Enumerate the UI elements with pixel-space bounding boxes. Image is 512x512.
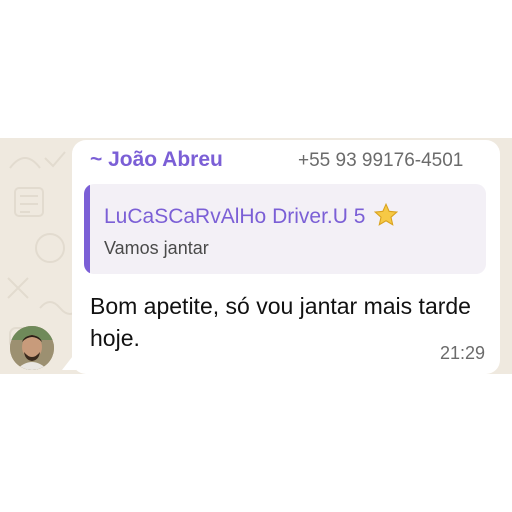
sender-phone: +55 93 99176-4501 — [298, 150, 464, 171]
quoted-text: Vamos jantar — [104, 238, 209, 258]
sender-name[interactable]: ~ João Abreu — [90, 148, 223, 172]
quoted-author: LuCaSCaRvAlHo Driver.U 5 — [104, 202, 399, 229]
star-emoji-icon — [374, 202, 399, 226]
avatar-photo-icon — [10, 326, 54, 370]
quoted-message[interactable]: LuCaSCaRvAlHo Driver.U 5 Vamos jantar — [84, 184, 486, 274]
message-timestamp: 21:29 — [440, 343, 486, 363]
avatar[interactable] — [10, 326, 54, 370]
message-text: Bom apetite, só vou jantar mais tarde ho… — [90, 293, 471, 351]
quoted-author-name: LuCaSCaRvAlHo Driver.U 5 — [104, 205, 366, 228]
quote-accent-bar — [84, 184, 90, 274]
